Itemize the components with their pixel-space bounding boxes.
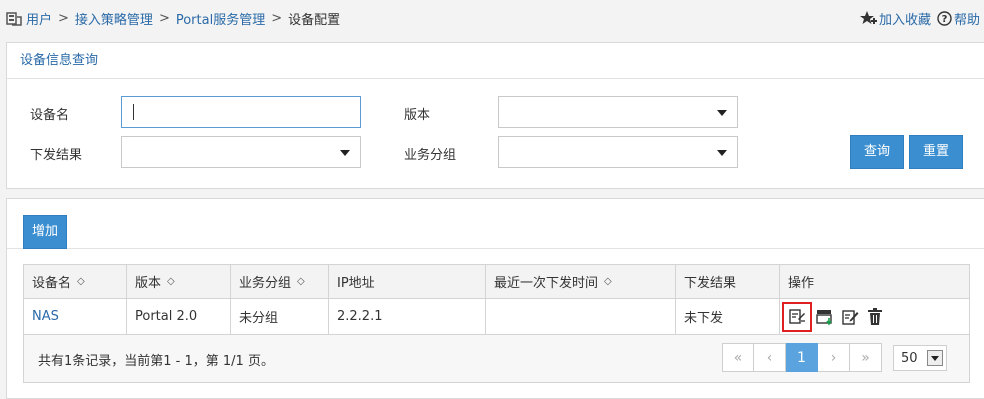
list-toolbar: 增加: [7, 199, 984, 249]
config-detail-icon[interactable]: [782, 301, 812, 332]
delete-icon[interactable]: [864, 306, 886, 328]
cell-ip: 2.2.2.1: [329, 299, 486, 334]
column-header-version[interactable]: 版本 ◇: [127, 265, 231, 298]
add-button[interactable]: 增加: [23, 215, 67, 249]
dropdown-arrow-icon: [717, 150, 727, 156]
sort-icon: ◇: [167, 276, 175, 287]
column-header-last-time[interactable]: 最近一次下发时间 ◇: [486, 265, 676, 298]
table-row: NAS Portal 2.0 未分组 2.2.2.1 未下发: [24, 299, 969, 335]
device-name-link[interactable]: NAS: [24, 299, 127, 334]
text-cursor: [133, 104, 134, 120]
breadcrumb-link-portal-service[interactable]: Portal服务管理: [176, 9, 265, 28]
add-favorite-label: 加入收藏: [878, 13, 931, 28]
dropdown-arrow-icon: [340, 150, 350, 156]
breadcrumb-link-access-policy[interactable]: 接入策略管理: [75, 9, 153, 28]
svg-text:?: ?: [942, 14, 948, 25]
column-header-device-name[interactable]: 设备名 ◇: [24, 265, 127, 298]
user-nav-icon: [6, 11, 22, 27]
query-panel: 设备信息查询 设备名 版本 下发结果 业务分组 查询 重置: [6, 42, 984, 189]
device-name-input[interactable]: [121, 96, 361, 128]
breadcrumb: 用户 > 接入策略管理 > Portal服务管理 > 设备配置: [6, 9, 340, 28]
sort-icon: ◇: [604, 276, 612, 287]
group-label: 业务分组: [404, 148, 457, 163]
breadcrumb-current: 设备配置: [288, 13, 341, 28]
version-select[interactable]: [498, 96, 738, 128]
cell-version: Portal 2.0: [127, 299, 231, 334]
top-bar: 用户 > 接入策略管理 > Portal服务管理 > 设备配置 加入收藏 ? 帮…: [0, 0, 984, 38]
page-size-select[interactable]: 50: [893, 345, 947, 371]
table-footer: 共有1条记录，当前第1 - 1，第 1/1 页。 « ‹ 1 › » 50: [24, 335, 969, 382]
result-label: 下发结果: [30, 148, 83, 163]
edit-icon[interactable]: [839, 306, 861, 328]
page-number-button[interactable]: 1: [786, 343, 818, 372]
help-icon: ?: [937, 11, 952, 26]
cell-last-time: [486, 299, 676, 334]
sort-icon: ◇: [297, 276, 305, 287]
star-add-icon: [859, 11, 877, 24]
version-label: 版本: [404, 108, 431, 123]
first-page-button[interactable]: «: [722, 343, 754, 372]
page-size-value: 50: [901, 350, 918, 366]
column-header-result: 下发结果: [676, 265, 780, 298]
add-favorite-link[interactable]: 加入收藏: [859, 9, 931, 28]
reset-button[interactable]: 重置: [909, 135, 963, 169]
breadcrumb-separator: >: [271, 11, 283, 26]
pagination: « ‹ 1 › »: [722, 343, 882, 372]
last-page-button[interactable]: »: [850, 343, 882, 372]
dropdown-arrow-icon: [927, 350, 943, 366]
breadcrumb-separator: >: [158, 11, 170, 26]
top-links: 加入收藏 ? 帮助: [859, 9, 980, 28]
cell-actions: [780, 299, 969, 334]
result-select[interactable]: [121, 136, 361, 168]
column-header-group[interactable]: 业务分组 ◇: [231, 265, 329, 298]
dropdown-arrow-icon: [717, 110, 727, 116]
device-list-panel: 增加 设备名 ◇ 版本 ◇ 业务分组 ◇ IP地址 最近一次下发时间 ◇ 下发结果 操作…: [6, 198, 984, 399]
device-name-label: 设备名: [30, 108, 70, 123]
device-table: 设备名 ◇ 版本 ◇ 业务分组 ◇ IP地址 最近一次下发时间 ◇ 下发结果 操作 NA…: [23, 264, 970, 383]
column-header-ip: IP地址: [329, 265, 486, 298]
query-panel-title: 设备信息查询: [7, 43, 984, 79]
record-summary: 共有1条记录，当前第1 - 1，第 1/1 页。: [38, 354, 274, 369]
prev-page-button[interactable]: ‹: [754, 343, 786, 372]
query-button[interactable]: 查询: [850, 135, 904, 169]
help-label: 帮助: [953, 13, 980, 28]
cell-group: 未分组: [231, 299, 329, 334]
deploy-icon[interactable]: [814, 306, 836, 328]
group-select[interactable]: [498, 136, 738, 168]
column-header-actions: 操作: [788, 276, 815, 291]
help-link[interactable]: ? 帮助: [937, 9, 980, 28]
cell-result: 未下发: [676, 299, 780, 334]
breadcrumb-separator: >: [58, 11, 69, 26]
table-header: 设备名 ◇ 版本 ◇ 业务分组 ◇ IP地址 最近一次下发时间 ◇ 下发结果 操作: [24, 265, 969, 299]
next-page-button[interactable]: ›: [818, 343, 850, 372]
breadcrumb-link-user[interactable]: 用户: [26, 9, 52, 28]
sort-icon: ◇: [77, 276, 85, 287]
